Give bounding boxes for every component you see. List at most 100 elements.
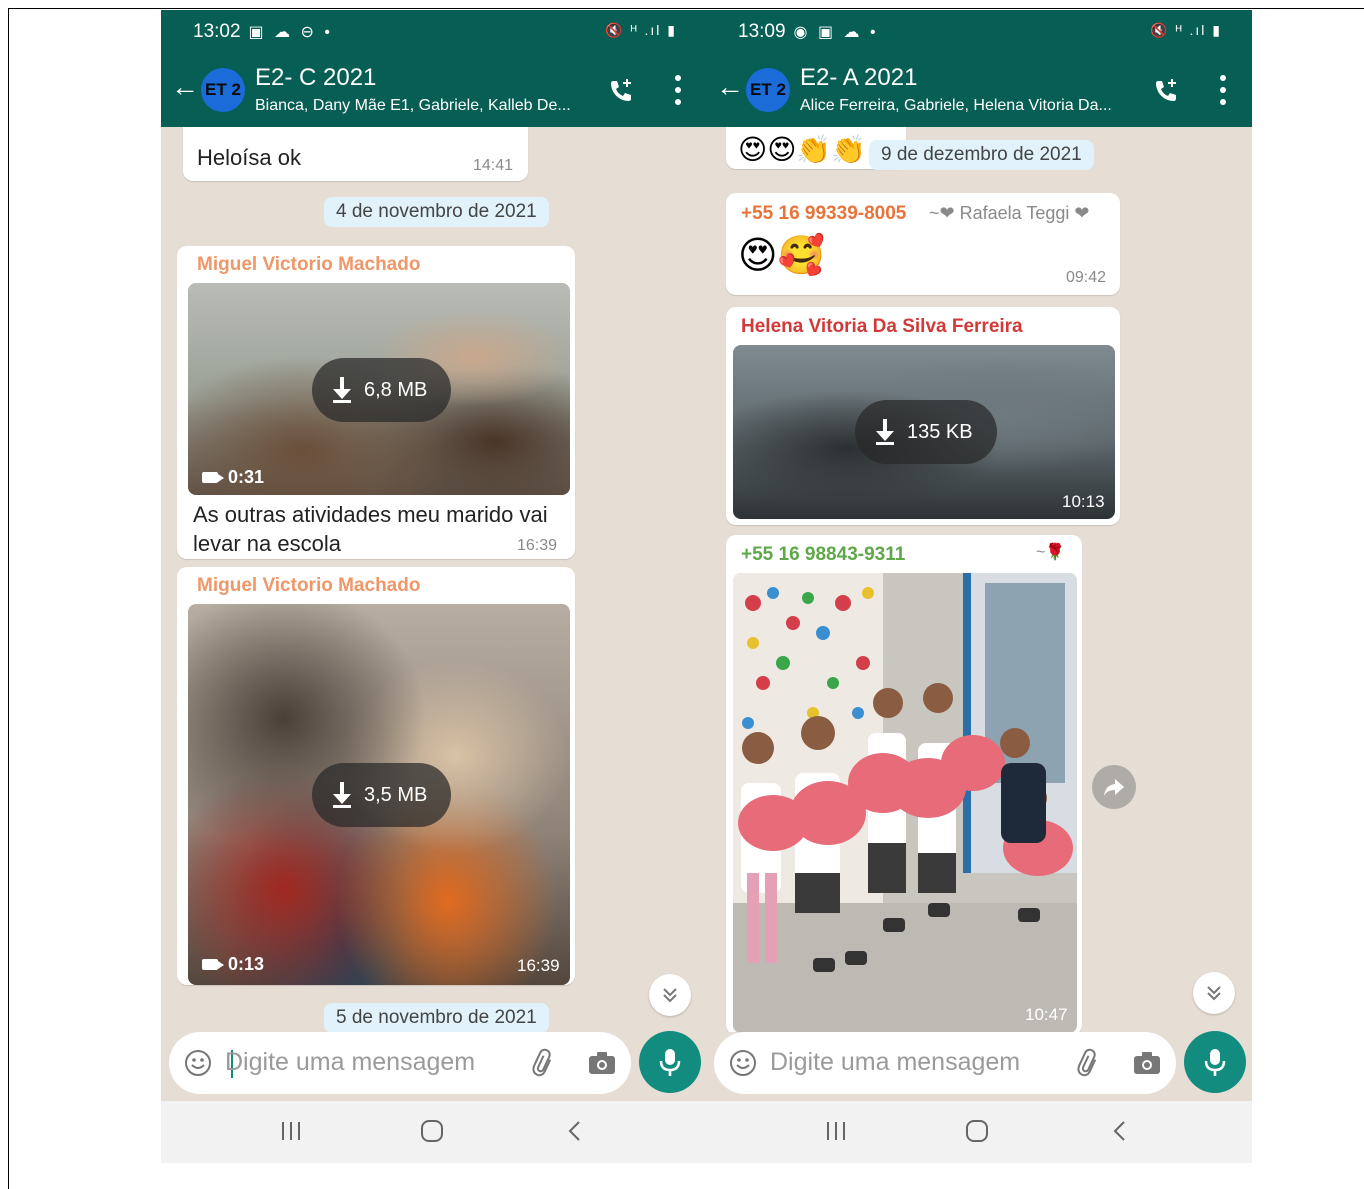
download-icon (333, 782, 351, 808)
file-size: 135 KB (907, 420, 973, 443)
sender-name[interactable]: Miguel Victorio Machado (197, 254, 420, 276)
status-right-icons: 🔇 ᴴ .ıl ▮ (1150, 22, 1222, 38)
more-options-icon[interactable] (675, 75, 683, 105)
chat-header: ← ET 2 E2- A 2021 Alice Ferreira, Gabrie… (706, 53, 1252, 127)
message-emojis: 😍🥰 (738, 235, 825, 277)
message-caption: As outras atividades meu marido vai leva… (193, 502, 548, 556)
voice-message-button[interactable] (1184, 1031, 1246, 1093)
message-time: 16:39 (517, 956, 560, 975)
message-bubble[interactable]: Miguel Victorio Machado 3,5 MB 0:13 16:3… (177, 567, 575, 985)
phone-right: 13:09 ◉ ▣ ☁ • 🔇 ᴴ .ıl ▮ ← ET 2 E2- A 202… (706, 10, 1252, 1163)
group-members[interactable]: Alice Ferreira, Gabriele, Helena Vitoria… (800, 97, 1140, 115)
scroll-to-bottom-button[interactable] (1193, 972, 1235, 1014)
phone-left: 13:02 ▣ ☁ ⊖ • 🔇 ᴴ .ıl ▮ ← ET 2 E2- C 202… (161, 10, 707, 1163)
emoji-icon[interactable] (728, 1048, 758, 1078)
message-time: 09:42 (1066, 269, 1107, 286)
video-thumbnail[interactable]: 135 KB 10:13 (733, 345, 1115, 519)
group-title[interactable]: E2- C 2021 (255, 64, 376, 92)
double-chevron-down-icon (1207, 986, 1221, 1001)
group-avatar[interactable]: ET 2 (746, 68, 790, 112)
back-arrow-icon[interactable]: ← (716, 73, 744, 101)
add-call-icon[interactable] (607, 77, 635, 105)
attach-icon[interactable] (1074, 1048, 1104, 1078)
forward-button[interactable] (1092, 765, 1136, 809)
sender-name[interactable]: Miguel Victorio Machado (197, 575, 420, 597)
message-input-bar[interactable]: Digite uma mensagem (169, 1032, 631, 1094)
sender-phone[interactable]: +55 16 99339-8005 (741, 203, 906, 225)
system-navigation-bar (706, 1101, 1252, 1163)
message-input[interactable]: Digite uma mensagem (225, 1048, 475, 1077)
camera-icon[interactable] (1132, 1049, 1162, 1077)
add-call-icon[interactable] (1152, 77, 1180, 105)
recent-apps-icon[interactable] (824, 1119, 848, 1143)
children-photo (733, 573, 1077, 1032)
emoji-icon[interactable] (183, 1048, 213, 1078)
avatar-label: ET 2 (750, 80, 786, 99)
message-time: 10:47 (1025, 1005, 1068, 1024)
date-separator: 9 de dezembro de 2021 (869, 140, 1094, 170)
back-nav-icon[interactable] (563, 1119, 587, 1143)
download-icon (333, 377, 351, 403)
chat-area[interactable]: 😍😍👏👏 9 de dezembro de 2021 +55 16 99339-… (706, 127, 1252, 1032)
download-button[interactable]: 6,8 MB (312, 358, 452, 422)
download-icon (876, 419, 894, 445)
video-duration: 0:13 (202, 954, 264, 975)
attach-icon[interactable] (529, 1048, 559, 1078)
microphone-icon (1204, 1049, 1226, 1076)
message-emojis: 😍😍👏👏 (738, 134, 867, 165)
back-nav-icon[interactable] (1108, 1119, 1132, 1143)
video-thumbnail[interactable]: 3,5 MB 0:13 16:39 (188, 604, 570, 985)
sender-name[interactable]: Helena Vitoria Da Silva Ferreira (741, 316, 1023, 338)
back-arrow-icon[interactable]: ← (171, 73, 199, 101)
video-thumbnail[interactable]: 6,8 MB 0:31 (188, 283, 570, 495)
status-icons: ◉ ▣ ☁ • (793, 23, 879, 41)
video-camera-icon (202, 959, 224, 970)
file-size: 6,8 MB (364, 378, 428, 401)
system-navigation-bar (161, 1101, 707, 1163)
home-icon[interactable] (420, 1119, 444, 1143)
status-bar: 13:09 ◉ ▣ ☁ • 🔇 ᴴ .ıl ▮ (706, 10, 1252, 53)
more-options-icon[interactable] (1220, 75, 1228, 105)
video-duration: 0:31 (202, 467, 264, 488)
file-size: 3,5 MB (364, 783, 428, 806)
photo-image[interactable]: 10:47 (733, 573, 1077, 1032)
group-title[interactable]: E2- A 2021 (800, 64, 917, 92)
sender-push-name: ~🌹 (1036, 544, 1066, 561)
recent-apps-icon[interactable] (279, 1119, 303, 1143)
message-bubble[interactable]: Miguel Victorio Machado 6,8 MB 0:31 As o… (177, 246, 575, 559)
date-separator: 4 de novembro de 2021 (324, 197, 549, 227)
sender-phone[interactable]: +55 16 98843-9311 (741, 544, 905, 566)
status-icons: ▣ ☁ ⊖ • (248, 23, 334, 41)
message-input[interactable]: Digite uma mensagem (770, 1048, 1020, 1077)
avatar-label: ET 2 (205, 80, 241, 99)
group-members[interactable]: Bianca, Dany Mãe E1, Gabriele, Kalleb De… (255, 97, 595, 115)
group-avatar[interactable]: ET 2 (201, 68, 245, 112)
message-bubble[interactable]: Heloísa ok 14:41 (183, 127, 528, 181)
microphone-icon (659, 1049, 681, 1076)
download-button[interactable]: 135 KB (855, 400, 997, 464)
message-time: 16:39 (517, 537, 558, 554)
status-time: 13:09 (738, 20, 786, 42)
camera-icon[interactable] (587, 1049, 617, 1077)
message-bubble[interactable]: +55 16 99339-8005 ~❤ Rafaela Teggi ❤ 😍🥰 … (726, 193, 1120, 295)
double-chevron-down-icon (663, 988, 677, 1003)
status-bar: 13:02 ▣ ☁ ⊖ • 🔇 ᴴ .ıl ▮ (161, 10, 707, 53)
home-icon[interactable] (965, 1119, 989, 1143)
message-time: 14:41 (473, 157, 514, 174)
status-time: 13:02 (193, 20, 241, 42)
message-bubble[interactable]: +55 16 98843-9311 ~🌹 10:47 (726, 535, 1082, 1032)
voice-message-button[interactable] (639, 1031, 701, 1093)
message-input-bar[interactable]: Digite uma mensagem (714, 1032, 1176, 1094)
sender-push-name: ~❤ Rafaela Teggi ❤ (929, 203, 1090, 223)
chat-area[interactable]: Heloísa ok 14:41 4 de novembro de 2021 M… (161, 127, 707, 1032)
scroll-to-bottom-button[interactable] (649, 974, 691, 1016)
download-button[interactable]: 3,5 MB (312, 763, 452, 827)
status-right-icons: 🔇 ᴴ .ıl ▮ (605, 22, 677, 38)
video-camera-icon (202, 472, 224, 483)
date-separator: 5 de novembro de 2021 (324, 1003, 549, 1032)
message-bubble[interactable]: Helena Vitoria Da Silva Ferreira 135 KB … (726, 307, 1120, 525)
message-time: 10:13 (1062, 492, 1105, 511)
chat-header: ← ET 2 E2- C 2021 Bianca, Dany Mãe E1, G… (161, 53, 707, 127)
message-text: Heloísa ok (197, 145, 301, 170)
forward-icon (1104, 779, 1124, 796)
